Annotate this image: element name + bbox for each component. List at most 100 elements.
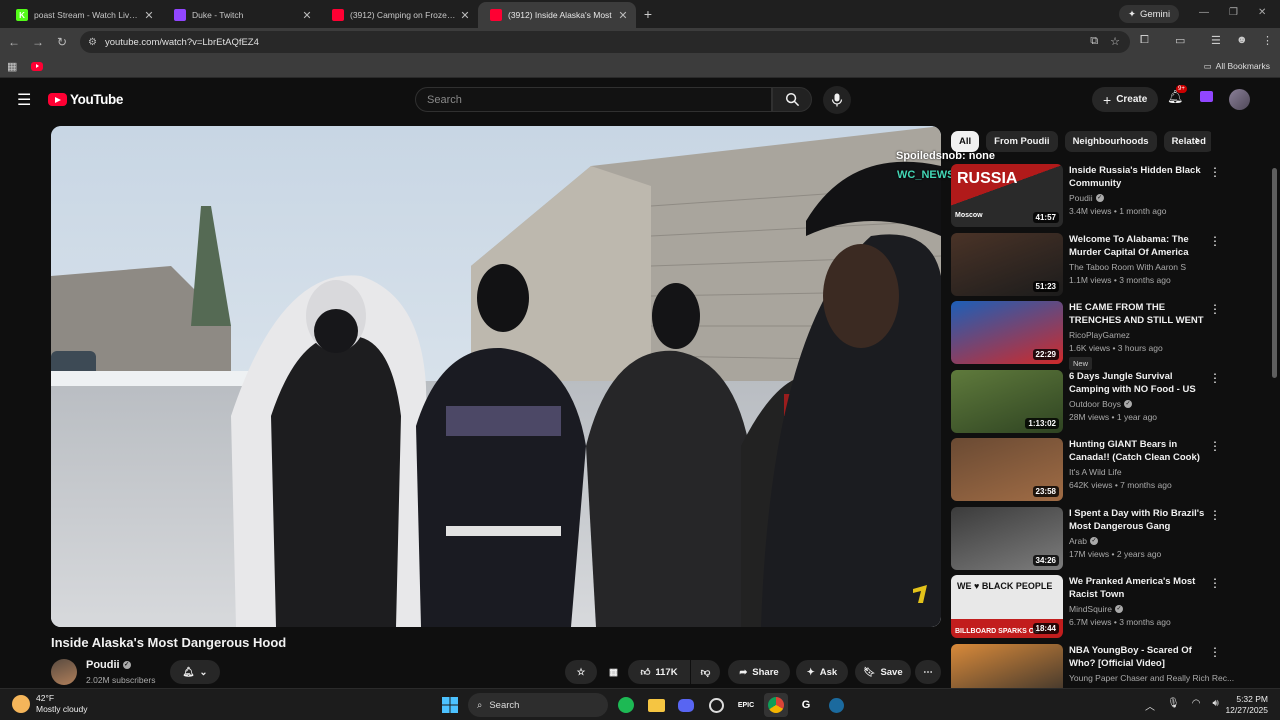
- wifi-icon[interactable]: ◠: [1192, 698, 1201, 713]
- video-title[interactable]: HE CAME FROM THE TRENCHES AND STILL WENT…: [1069, 301, 1209, 327]
- channel-name[interactable]: Outdoor Boys: [1069, 399, 1121, 409]
- video-title[interactable]: Inside Russia's Hidden Black Community: [1069, 164, 1209, 190]
- chrome-icon[interactable]: [764, 693, 788, 717]
- taskbar-search[interactable]: ⌕ Search: [468, 693, 608, 717]
- video-channel[interactable]: It's A Wild Life: [1069, 467, 1122, 477]
- hamburger-menu-icon[interactable]: ☰: [17, 90, 31, 110]
- more-options-icon[interactable]: ⋮: [1209, 508, 1221, 522]
- channel-name[interactable]: Poudii: [86, 659, 120, 671]
- browser-tab[interactable]: Kpoast Stream - Watch Live on K ✕: [4, 2, 162, 28]
- close-tab-icon[interactable]: ✕: [458, 9, 472, 22]
- url-text[interactable]: youtube.com/watch?v=LbrEtAQfEZ4: [105, 37, 259, 48]
- g-app-icon[interactable]: G: [794, 693, 818, 717]
- ask-button[interactable]: ✦ Ask: [796, 660, 848, 684]
- filter-chip[interactable]: Related: [1163, 131, 1211, 152]
- video-thumbnail[interactable]: 22:29: [951, 301, 1063, 364]
- channel-name[interactable]: The Taboo Room With Aaron S: [1069, 262, 1186, 272]
- page-scrollbar[interactable]: [1272, 168, 1277, 378]
- weather-widget[interactable]: 42°F Mostly cloudy: [12, 693, 88, 715]
- create-button[interactable]: + Create: [1092, 87, 1159, 112]
- subscribed-bell-button[interactable]: 🔔︎ ⌄: [170, 660, 220, 684]
- close-tab-icon[interactable]: ✕: [300, 9, 314, 22]
- clip-button[interactable]: ▦: [601, 660, 626, 684]
- browser-tab[interactable]: (3912) Camping on Frozen Oce ✕: [320, 2, 478, 28]
- github-icon[interactable]: [704, 693, 728, 717]
- back-button[interactable]: ←: [2, 35, 26, 49]
- close-tab-icon[interactable]: ✕: [616, 9, 630, 22]
- more-options-icon[interactable]: ⋮: [1209, 234, 1221, 248]
- video-thumbnail[interactable]: RUSSIA Moscow 41:57: [951, 164, 1063, 227]
- recommended-video[interactable]: NBA YoungBoy - Scared Of Who? [Official …: [951, 643, 1234, 688]
- channel-name[interactable]: RicoPlayGamez: [1069, 330, 1130, 340]
- windows-start-icon[interactable]: [438, 693, 462, 717]
- search-input[interactable]: Search: [415, 87, 772, 112]
- star-button[interactable]: ☆: [565, 660, 597, 684]
- discord-icon[interactable]: [674, 693, 698, 717]
- video-channel[interactable]: The Taboo Room With Aaron S: [1069, 262, 1186, 272]
- browser-tab[interactable]: (3912) Inside Alaska's Most ✕: [478, 2, 636, 28]
- more-options-icon[interactable]: ⋮: [1209, 576, 1221, 590]
- video-title[interactable]: Welcome To Alabama: The Murder Capital O…: [1069, 233, 1209, 259]
- more-options-icon[interactable]: ⋮: [1209, 302, 1221, 316]
- volume-icon[interactable]: 🔊︎: [1212, 698, 1218, 713]
- video-thumbnail[interactable]: WE ♥ BLACK PEOPLE BILLBOARD SPARKS OU 18:4…: [951, 575, 1063, 638]
- new-tab-button[interactable]: +: [636, 6, 660, 22]
- video-title[interactable]: 6 Days Jungle Survival Camping with NO F…: [1069, 370, 1209, 396]
- video-channel[interactable]: Poudii ✓: [1069, 193, 1104, 203]
- account-avatar[interactable]: [1229, 89, 1250, 110]
- channel-avatar[interactable]: [51, 659, 77, 685]
- twitch-extension-icon[interactable]: [1200, 91, 1213, 102]
- channel-name[interactable]: Young Paper Chaser and Really Rich Rec..…: [1069, 673, 1234, 683]
- steam-icon[interactable]: [824, 693, 848, 717]
- spotify-icon[interactable]: [614, 693, 638, 717]
- dislike-button[interactable]: 👎︎: [691, 660, 720, 684]
- channel-name[interactable]: Poudii: [1069, 193, 1093, 203]
- share-button[interactable]: ➦ Share: [728, 660, 790, 684]
- recommended-video[interactable]: 34:26 I Spent a Day with Rio Brazil's Mos…: [951, 506, 1221, 571]
- install-icon[interactable]: ⧉: [1090, 35, 1098, 48]
- youtube-logo[interactable]: YouTube: [48, 92, 123, 107]
- video-channel[interactable]: Outdoor Boys ✓: [1069, 399, 1132, 409]
- recommended-video[interactable]: 51:23 Welcome To Alabama: The Murder Capi…: [951, 232, 1221, 297]
- save-button[interactable]: 🔖︎ Save: [855, 660, 911, 684]
- maximize-button[interactable]: ❐: [1229, 7, 1238, 18]
- more-options-icon[interactable]: ⋮: [1209, 645, 1221, 659]
- channel-name-row[interactable]: Poudii ✓: [86, 659, 131, 671]
- recommended-video[interactable]: WE ♥ BLACK PEOPLE BILLBOARD SPARKS OU 18:4…: [951, 575, 1221, 639]
- reading-list-icon[interactable]: ☰: [1211, 34, 1221, 47]
- more-options-icon[interactable]: ⋮: [1209, 165, 1221, 179]
- video-thumbnail[interactable]: 1:13:02: [951, 369, 1063, 433]
- recommended-video[interactable]: 1:13:02 6 Days Jungle Survival Camping wi…: [951, 369, 1221, 434]
- close-window-button[interactable]: ✕: [1258, 7, 1266, 18]
- video-channel[interactable]: RicoPlayGamez: [1069, 330, 1130, 340]
- clock[interactable]: 5:32 PM 12/27/2025: [1225, 694, 1268, 716]
- voice-search-button[interactable]: [823, 86, 851, 114]
- minimize-button[interactable]: —: [1199, 7, 1209, 18]
- filter-chip[interactable]: Neighbourhoods: [1064, 131, 1157, 152]
- chevron-right-icon[interactable]: ›: [1195, 132, 1199, 147]
- address-bar[interactable]: ⚙ youtube.com/watch?v=LbrEtAQfEZ4 ⧉ ☆: [80, 31, 1130, 53]
- recommended-video[interactable]: 22:29 HE CAME FROM THE TRENCHES AND STILL…: [951, 301, 1221, 370]
- video-thumbnail[interactable]: [951, 643, 1063, 688]
- profile-icon[interactable]: ☻: [1236, 34, 1248, 46]
- browser-tab[interactable]: Duke - Twitch ✕: [162, 2, 320, 28]
- extensions-icon[interactable]: ⧠: [1140, 34, 1149, 47]
- forward-button[interactable]: →: [26, 35, 50, 49]
- chevron-up-icon[interactable]: ︿: [1145, 698, 1155, 713]
- like-button[interactable]: 👍︎ 117K: [628, 660, 690, 684]
- menu-dots-icon[interactable]: ⋮: [1262, 34, 1273, 47]
- channel-name[interactable]: MindSquire: [1069, 604, 1112, 614]
- video-player[interactable]: [51, 126, 941, 627]
- gemini-button[interactable]: ✦ Gemini: [1119, 5, 1180, 23]
- recommended-video[interactable]: 23:58 Hunting GIANT Bears in Canada!! (Ca…: [951, 438, 1221, 502]
- file-explorer-icon[interactable]: [644, 693, 668, 717]
- channel-name[interactable]: Arab: [1069, 536, 1087, 546]
- video-channel[interactable]: Arab ✓: [1069, 536, 1098, 546]
- video-title[interactable]: NBA YoungBoy - Scared Of Who? [Official …: [1069, 644, 1209, 670]
- more-options-icon[interactable]: ⋮: [1209, 439, 1221, 453]
- notifications-button[interactable]: 🔔︎ 9+: [1167, 85, 1187, 105]
- microphone-icon[interactable]: 🎙︎: [1167, 698, 1180, 713]
- video-title[interactable]: We Pranked America's Most Racist Town: [1069, 575, 1209, 601]
- site-info-icon[interactable]: ⚙: [88, 37, 97, 48]
- video-title[interactable]: I Spent a Day with Rio Brazil's Most Dan…: [1069, 507, 1209, 533]
